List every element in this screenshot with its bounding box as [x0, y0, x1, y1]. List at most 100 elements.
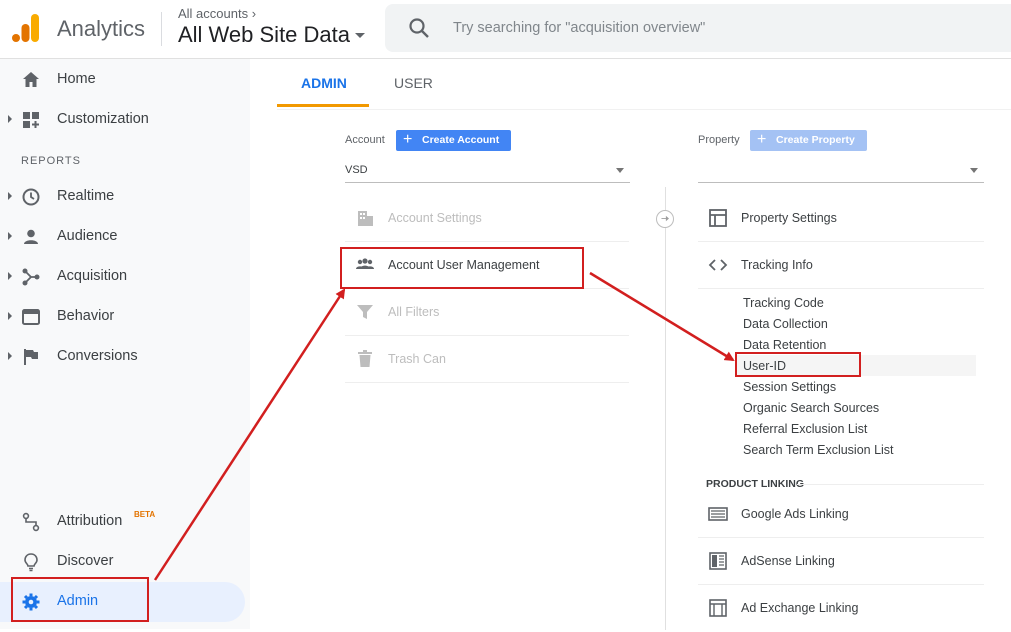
property-settings-icon	[709, 209, 727, 227]
sidebar-item-label: Attribution	[57, 513, 123, 529]
sidebar-item-label: Realtime	[57, 188, 115, 204]
expand-arrow-icon	[8, 232, 12, 240]
row-label: Trash Can	[388, 352, 446, 366]
ad-exchange-icon	[709, 599, 727, 617]
tracking-info-row[interactable]: Tracking Info	[698, 242, 984, 292]
header-divider	[161, 12, 162, 46]
account-dropdown-icon[interactable]	[355, 33, 365, 38]
user-id-highlight-box	[735, 352, 861, 377]
account-select-value: VSD	[345, 164, 368, 176]
account-select[interactable]: VSD	[345, 159, 630, 183]
sidebar-item-home[interactable]: Home	[0, 60, 250, 100]
row-label: Account Settings	[388, 211, 482, 225]
sidebar-item-conversions[interactable]: Conversions	[0, 337, 250, 377]
sidebar-item-label: Discover	[57, 553, 114, 569]
attribution-icon	[22, 512, 40, 532]
all-filters-row[interactable]: All Filters	[345, 289, 629, 336]
create-account-label: Create Account	[422, 134, 500, 146]
tracking-code-link[interactable]: Tracking Code	[743, 296, 824, 317]
chevron-down-icon	[970, 168, 978, 173]
account-selector[interactable]: All Web Site Data	[178, 22, 350, 48]
sidebar-item-customization[interactable]: Customization	[0, 100, 250, 140]
adsense-linking-row[interactable]: AdSense Linking	[698, 538, 984, 585]
beta-badge: BETA	[134, 510, 156, 519]
data-collection-link[interactable]: Data Collection	[743, 317, 828, 338]
search-bar[interactable]: Try searching for "acquisition overview"	[385, 4, 1011, 52]
row-label: All Filters	[388, 305, 440, 319]
row-divider	[698, 288, 984, 289]
property-settings-row[interactable]: Property Settings	[698, 195, 984, 242]
create-property-button[interactable]: + Create Property	[750, 130, 867, 151]
column-divider	[665, 187, 666, 630]
sidebar-item-label: Audience	[57, 228, 118, 244]
sidebar-item-behavior[interactable]: Behavior	[0, 297, 250, 337]
analytics-logo-icon[interactable]	[12, 12, 40, 44]
user-management-highlight-box	[340, 247, 584, 289]
code-icon	[708, 259, 728, 271]
expand-arrow-icon	[8, 192, 12, 200]
section-divider	[797, 484, 984, 485]
expand-arrow-icon[interactable]	[656, 210, 674, 228]
sidebar-item-label: Home	[57, 71, 96, 87]
sidebar-item-label: Customization	[57, 111, 149, 127]
customization-icon	[23, 112, 39, 128]
home-icon	[23, 72, 39, 87]
sidebar-item-realtime[interactable]: Realtime	[0, 177, 250, 217]
create-account-button[interactable]: + Create Account	[396, 130, 511, 151]
tab-admin[interactable]: ADMIN	[301, 75, 347, 91]
active-tab-indicator	[277, 104, 369, 107]
building-icon	[358, 211, 373, 226]
sidebar: Home Customization REPORTS Realtime Audi…	[0, 59, 250, 629]
session-settings-link[interactable]: Session Settings	[743, 380, 836, 401]
google-ads-linking-row[interactable]: Google Ads Linking	[698, 491, 984, 538]
trash-can-row[interactable]: Trash Can	[345, 336, 629, 383]
top-bar: Analytics All accounts › All Web Site Da…	[0, 0, 1011, 59]
lightbulb-icon	[24, 553, 38, 572]
expand-arrow-icon	[8, 115, 12, 123]
property-select[interactable]	[698, 159, 984, 183]
google-ads-icon	[708, 507, 728, 521]
admin-panel: Account + Create Account VSD Account Set…	[277, 109, 1011, 632]
property-column-label: Property	[698, 134, 740, 146]
search-icon	[409, 18, 429, 38]
main-content: ADMIN USER Account + Create Account VSD …	[277, 59, 1011, 632]
reports-section-label: REPORTS	[21, 155, 81, 167]
row-label: Tracking Info	[741, 258, 813, 272]
search-term-exclusion-list-link[interactable]: Search Term Exclusion List	[743, 443, 894, 464]
expand-arrow-icon	[8, 312, 12, 320]
row-label: Google Ads Linking	[741, 507, 849, 521]
account-settings-row[interactable]: Account Settings	[345, 195, 629, 242]
sidebar-item-label: Conversions	[57, 348, 138, 364]
filter-icon	[357, 305, 373, 319]
row-label: AdSense Linking	[741, 554, 835, 568]
tab-user[interactable]: USER	[394, 75, 433, 91]
plus-icon: +	[757, 131, 767, 148]
behavior-icon	[22, 309, 40, 325]
sidebar-item-discover[interactable]: Discover	[0, 542, 250, 582]
person-icon	[24, 229, 38, 244]
account-column-label: Account	[345, 134, 385, 146]
plus-icon: +	[403, 131, 413, 148]
adsense-icon	[709, 552, 727, 570]
organic-search-sources-link[interactable]: Organic Search Sources	[743, 401, 879, 422]
chevron-down-icon	[616, 168, 624, 173]
admin-highlight-box	[11, 577, 149, 622]
sidebar-item-label: Behavior	[57, 308, 115, 324]
sidebar-item-label: Acquisition	[57, 268, 128, 284]
row-label: Property Settings	[741, 211, 837, 225]
sidebar-item-attribution[interactable]: Attribution BETA	[0, 502, 250, 542]
trash-icon	[358, 350, 372, 367]
app-name: Analytics	[57, 16, 146, 41]
sidebar-item-acquisition[interactable]: Acquisition	[0, 257, 250, 297]
search-input[interactable]: Try searching for "acquisition overview"	[453, 20, 705, 36]
product-linking-heading: PRODUCT LINKING	[706, 478, 804, 490]
clock-icon	[22, 188, 40, 206]
sidebar-item-audience[interactable]: Audience	[0, 217, 250, 257]
expand-arrow-icon	[8, 352, 12, 360]
row-label: Ad Exchange Linking	[741, 601, 859, 615]
create-property-label: Create Property	[776, 134, 855, 146]
acquisition-icon	[22, 268, 40, 286]
referral-exclusion-list-link[interactable]: Referral Exclusion List	[743, 422, 867, 443]
account-breadcrumb[interactable]: All accounts ›	[178, 6, 256, 21]
ad-exchange-linking-row[interactable]: Ad Exchange Linking	[698, 585, 984, 632]
